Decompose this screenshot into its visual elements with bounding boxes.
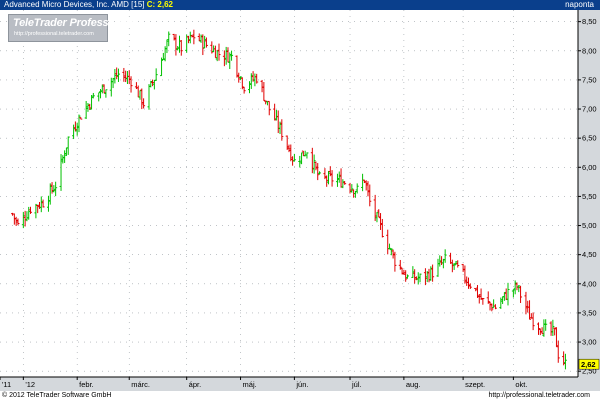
x-tick-label: máj. bbox=[243, 380, 257, 389]
x-tick-label: '11 bbox=[2, 380, 11, 389]
x-tick-label: febr. bbox=[79, 380, 94, 389]
y-tick-label: 7,50 bbox=[582, 75, 597, 84]
logo-name: TeleTrader Professional bbox=[13, 17, 134, 29]
x-tick-label: ápr. bbox=[189, 380, 202, 389]
period-label[interactable]: naponta bbox=[565, 0, 594, 10]
y-tick-label: 5,00 bbox=[582, 221, 597, 230]
footer: © 2012 TeleTrader Software GmbH http://p… bbox=[0, 391, 600, 400]
chart-header-bar: Advanced Micro Devices, Inc. AMD [15] C:… bbox=[0, 0, 600, 10]
logo-url: http://professional.teletrader.com bbox=[14, 31, 94, 37]
y-tick-label: 4,50 bbox=[582, 250, 597, 259]
y-tick-label: 3,50 bbox=[582, 308, 597, 317]
y-tick-label: 5,50 bbox=[582, 192, 597, 201]
x-tick-label: okt. bbox=[515, 380, 527, 389]
x-tick-label: aug. bbox=[406, 380, 421, 389]
last-price-label: 2,62 bbox=[581, 360, 596, 369]
x-tick-label: '12 bbox=[25, 380, 35, 389]
footer-url[interactable]: http://professional.teletrader.com bbox=[488, 391, 590, 400]
x-tick-label: szept. bbox=[465, 380, 485, 389]
x-tick-label: márc. bbox=[131, 380, 150, 389]
chart-title: Advanced Micro Devices, Inc. AMD [15] C:… bbox=[4, 0, 173, 10]
y-tick-label: 6,50 bbox=[582, 134, 597, 143]
instrument-name: Advanced Micro Devices, Inc. AMD [15] bbox=[4, 0, 145, 9]
y-tick-label: 8,50 bbox=[582, 17, 597, 26]
y-tick-label: 4,00 bbox=[582, 279, 597, 288]
x-tick-label: jún. bbox=[295, 380, 308, 389]
x-tick-label: júl. bbox=[351, 380, 362, 389]
y-tick-label: 6,00 bbox=[582, 163, 597, 172]
price-chart[interactable]: 2,503,003,504,004,505,005,506,006,507,00… bbox=[0, 10, 600, 391]
footer-copyright: © 2012 TeleTrader Software GmbH bbox=[2, 392, 112, 399]
y-tick-label: 7,00 bbox=[582, 105, 597, 114]
close-price-label: C: 2,62 bbox=[146, 0, 173, 9]
y-tick-label: 3,00 bbox=[582, 338, 597, 347]
chart-background bbox=[0, 10, 600, 391]
y-tick-label: 8,00 bbox=[582, 46, 597, 55]
teletrader-logo: TeleTrader Professional http://professio… bbox=[8, 14, 133, 42]
last-price-marker: 2,62 bbox=[578, 358, 600, 370]
